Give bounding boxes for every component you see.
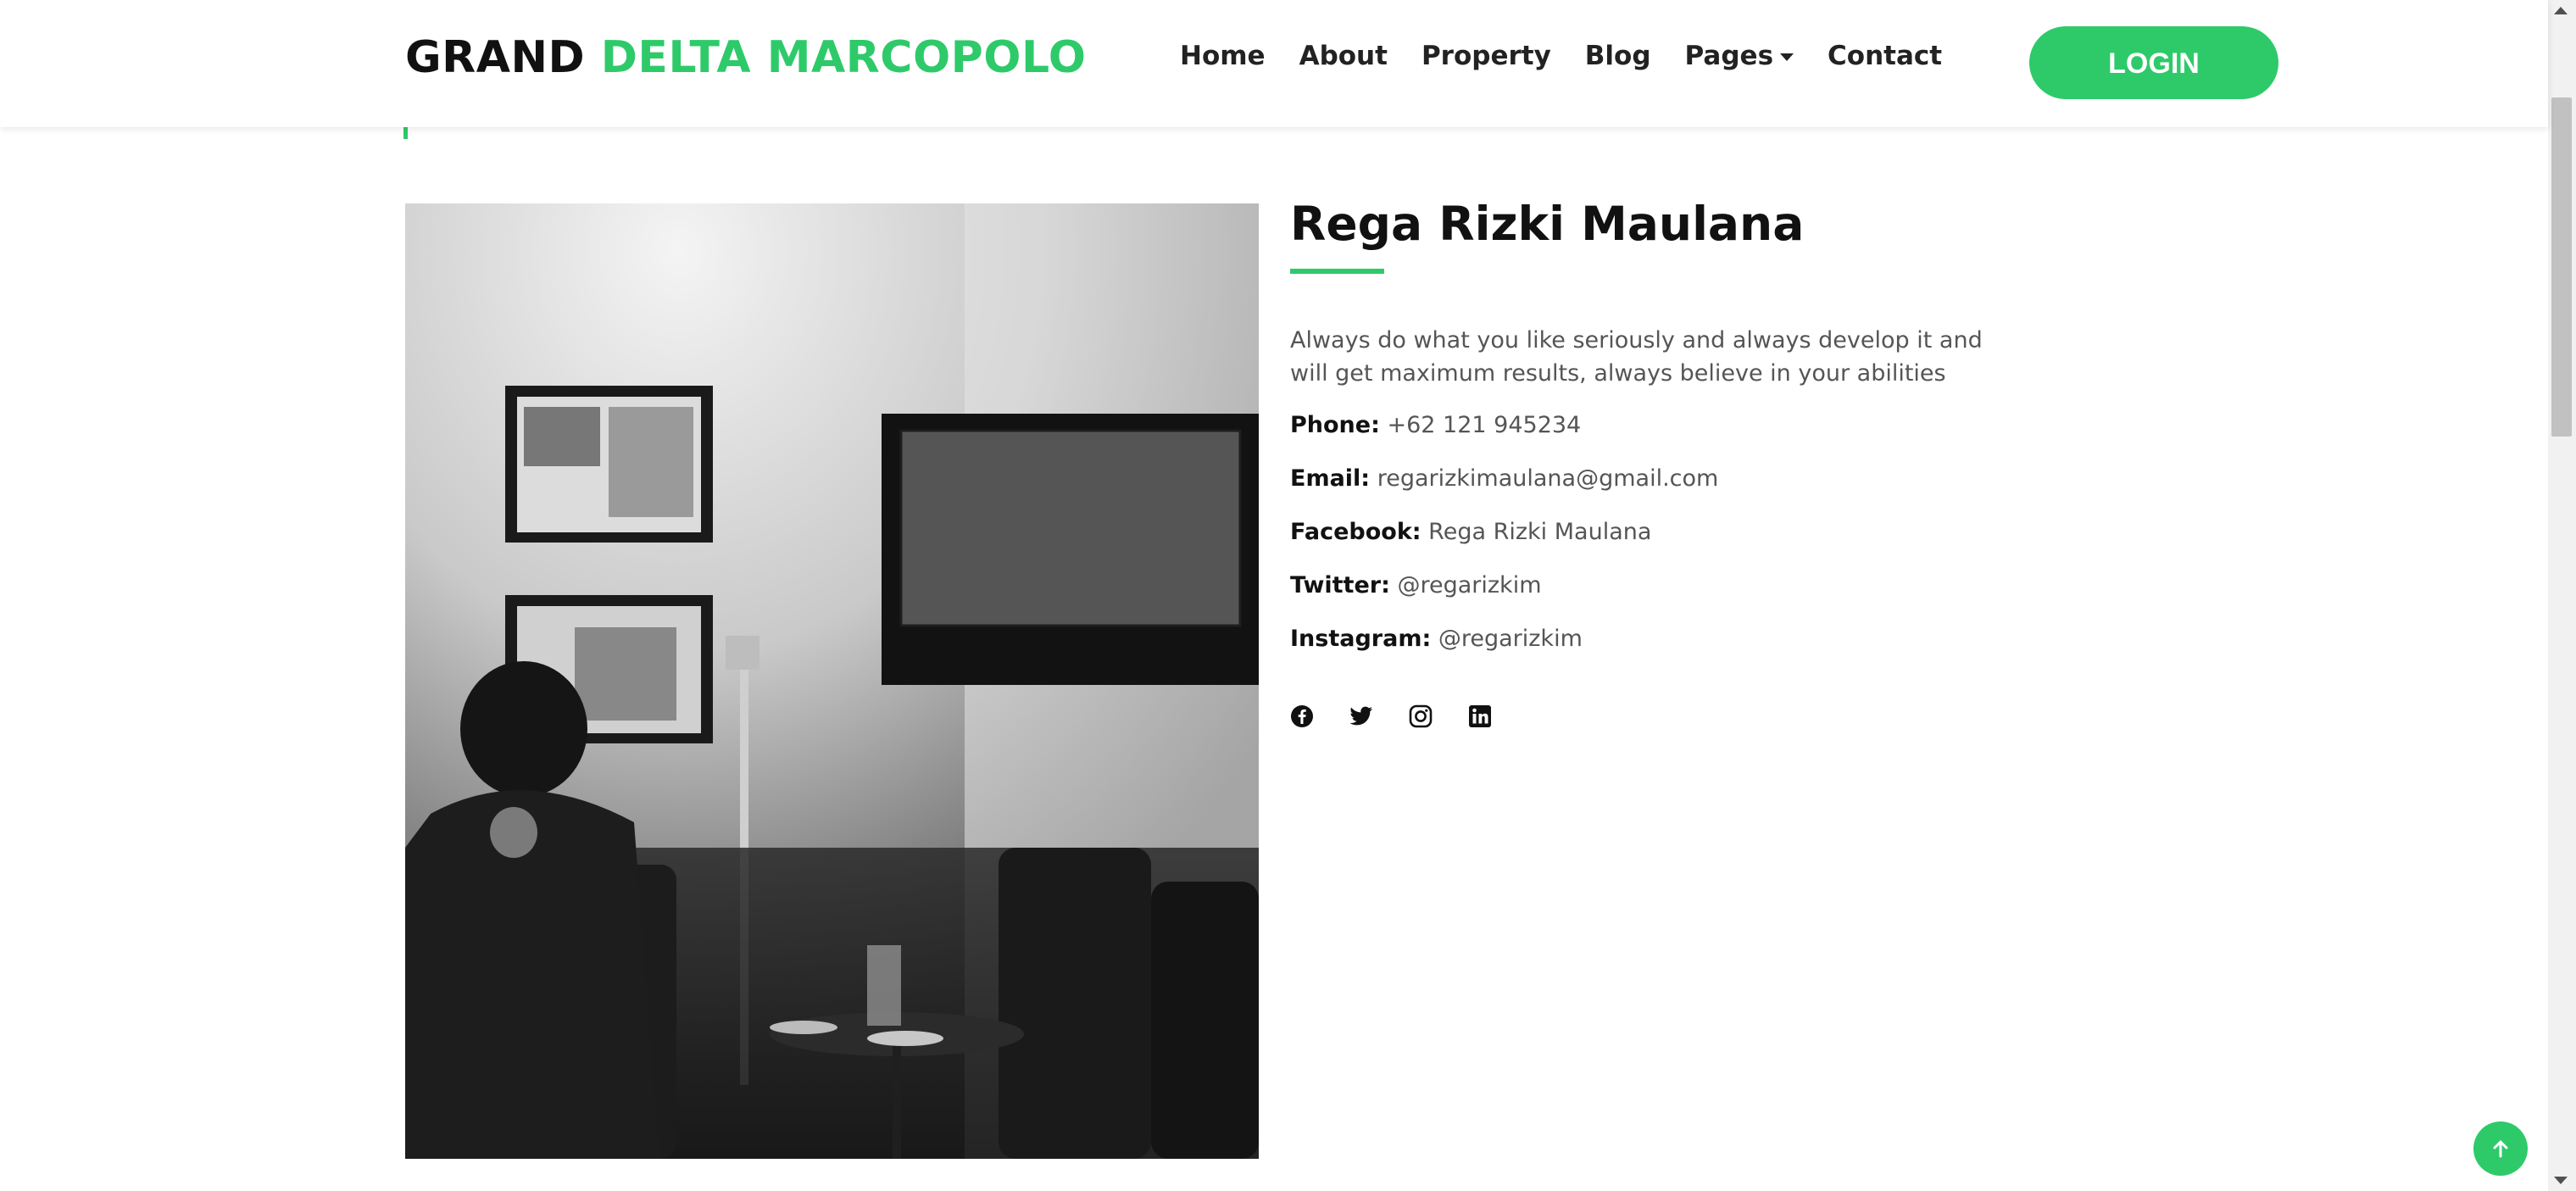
linkedin-icon[interactable] <box>1468 702 1527 731</box>
nav-pages-dropdown[interactable]: Pages <box>1685 41 1794 71</box>
contact-facebook-value: Rega Rizki Maulana <box>1428 519 1652 545</box>
agent-bio: Always do what you like seriously and al… <box>1290 327 1983 387</box>
social-links <box>1290 702 1527 731</box>
scroll-down-arrow-icon[interactable] <box>2554 1177 2568 1184</box>
brand-logo[interactable]: GRAND DELTA MARCOPOLO <box>405 32 1086 83</box>
contact-email: Email: regarizkimaulana@gmail.com <box>1290 465 1718 492</box>
contact-instagram-value: @regarizkim <box>1438 626 1583 652</box>
arrow-up-icon <box>2493 1140 2508 1158</box>
nav-contact[interactable]: Contact <box>1828 41 1942 71</box>
contact-phone-label: Phone: <box>1290 412 1380 438</box>
title-accent-bar <box>403 127 408 139</box>
scroll-up-arrow-icon[interactable] <box>2554 7 2568 14</box>
back-to-top-button[interactable] <box>2473 1121 2528 1176</box>
nav-about[interactable]: About <box>1299 41 1388 71</box>
instagram-icon[interactable] <box>1409 702 1468 731</box>
twitter-icon[interactable] <box>1349 702 1409 731</box>
contact-email-value[interactable]: regarizkimaulana@gmail.com <box>1377 465 1719 492</box>
main-nav: Home About Property Blog Pages Contact <box>1180 41 1976 71</box>
login-button[interactable]: LOGIN <box>2029 26 2278 99</box>
agent-photo <box>405 203 1259 1159</box>
contact-facebook: Facebook: Rega Rizki Maulana <box>1290 519 1651 545</box>
nav-pages-label: Pages <box>1684 41 1774 71</box>
contact-facebook-label: Facebook: <box>1290 519 1422 545</box>
brand-part-1: GRAND <box>405 32 586 83</box>
nav-blog[interactable]: Blog <box>1585 41 1651 71</box>
contact-instagram: Instagram: @regarizkim <box>1290 626 1583 652</box>
site-header: GRAND DELTA MARCOPOLO Home About Propert… <box>0 0 2548 127</box>
facebook-icon[interactable] <box>1290 702 1349 731</box>
contact-twitter-label: Twitter: <box>1290 572 1390 598</box>
contact-twitter-value: @regarizkim <box>1397 572 1542 598</box>
contact-phone: Phone: +62 121 945234 <box>1290 412 1581 438</box>
nav-home[interactable]: Home <box>1180 41 1266 71</box>
nav-property[interactable]: Property <box>1422 41 1551 71</box>
contact-email-label: Email: <box>1290 465 1371 492</box>
scrollbar-thumb[interactable] <box>2551 97 2572 437</box>
name-underline <box>1290 269 1384 274</box>
caret-down-icon <box>1780 53 1794 61</box>
agent-name: Rega Rizki Maulana <box>1290 197 1805 251</box>
contact-instagram-label: Instagram: <box>1290 626 1432 652</box>
contact-twitter: Twitter: @regarizkim <box>1290 572 1542 598</box>
contact-phone-value: +62 121 945234 <box>1387 412 1582 438</box>
brand-part-2: DELTA MARCOPOLO <box>600 32 1087 83</box>
